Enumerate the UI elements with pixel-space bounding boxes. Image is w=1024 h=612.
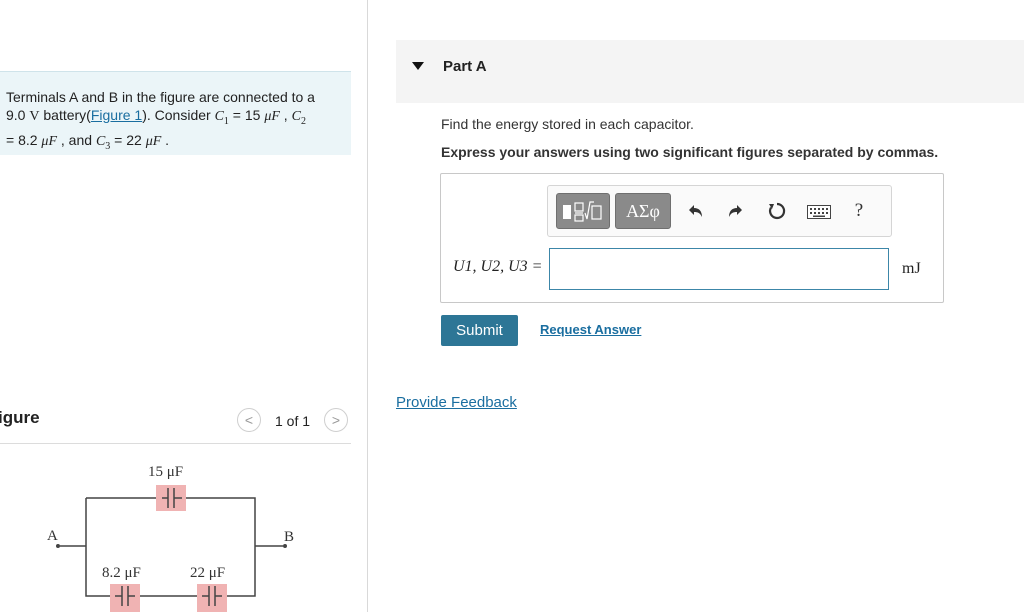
next-figure-button[interactable]: > bbox=[324, 408, 348, 432]
c2-symbol: C bbox=[291, 109, 301, 124]
reset-icon bbox=[768, 202, 786, 220]
answer-unit: mJ bbox=[902, 260, 921, 277]
circuit-wires bbox=[60, 497, 283, 597]
redo-icon bbox=[729, 205, 742, 217]
c2-subscript: 2 bbox=[300, 115, 306, 127]
problem-text-5: , and bbox=[57, 131, 96, 148]
c2-value: = 8.2 bbox=[6, 131, 42, 148]
provide-feedback-link[interactable]: Provide Feedback bbox=[396, 394, 517, 411]
problem-text-1: Terminals A and B in the figure are conn… bbox=[6, 89, 315, 105]
terminal-a-label: A bbox=[47, 528, 58, 544]
circuit-diagram: 15 μF 8.2 μF 22 μF A B bbox=[47, 464, 294, 612]
collapse-caret-icon[interactable] bbox=[412, 62, 424, 70]
figure-pager-text: 1 of 1 bbox=[275, 413, 311, 429]
problem-text-6: . bbox=[161, 131, 170, 148]
voltage-value: 9.0 bbox=[6, 107, 26, 123]
c1-symbol: C bbox=[214, 109, 224, 124]
problem-text-3: ). Consider bbox=[142, 107, 215, 123]
c3-symbol: C bbox=[95, 133, 106, 149]
figure-link[interactable]: Figure 1 bbox=[91, 107, 142, 123]
help-button[interactable]: ? bbox=[848, 199, 870, 223]
answer-format-instruction: Express your answers using two significa… bbox=[441, 144, 939, 160]
c3-value: = 22 bbox=[110, 131, 146, 148]
problem-text-4: , bbox=[279, 107, 292, 123]
templates-icon bbox=[563, 201, 602, 222]
part-header[interactable] bbox=[396, 40, 1024, 103]
c1-label: 15 μF bbox=[148, 464, 183, 480]
question-instruction: Find the energy stored in each capacitor… bbox=[441, 116, 694, 132]
redo-button[interactable] bbox=[725, 200, 747, 222]
c3-unit: μF bbox=[145, 133, 162, 149]
keyboard-button[interactable] bbox=[806, 202, 832, 222]
reset-button[interactable] bbox=[766, 200, 788, 222]
capacitor-c2 bbox=[110, 584, 140, 612]
templates-button[interactable] bbox=[556, 193, 610, 229]
capacitor-c3 bbox=[197, 584, 227, 612]
undo-icon bbox=[689, 205, 702, 217]
c2-label: 8.2 μF bbox=[102, 565, 141, 581]
c1-unit: μF bbox=[264, 109, 280, 124]
chevron-left-icon: < bbox=[244, 412, 254, 428]
terminal-b-label: B bbox=[284, 529, 294, 545]
problem-statement: Terminals A and B in the figure are conn… bbox=[0, 71, 351, 155]
answer-label: U1, U2, U3 = bbox=[453, 258, 543, 275]
problem-text-2: battery( bbox=[39, 107, 91, 123]
submit-button[interactable]: Submit bbox=[441, 315, 518, 346]
terminal-a-dot bbox=[56, 544, 60, 548]
c3-label: 22 μF bbox=[190, 565, 225, 581]
part-title: Part A bbox=[443, 58, 487, 75]
greek-symbols-button[interactable]: ΑΣφ bbox=[615, 193, 671, 229]
c1-value: = 15 bbox=[228, 107, 265, 123]
c2-unit: μF bbox=[41, 133, 58, 149]
capacitor-c1 bbox=[156, 485, 186, 511]
undo-button[interactable] bbox=[684, 200, 706, 222]
answer-input[interactable] bbox=[549, 248, 889, 290]
figure-divider bbox=[0, 443, 351, 444]
keyboard-icon bbox=[807, 205, 831, 219]
chevron-right-icon: > bbox=[331, 412, 341, 428]
prev-figure-button[interactable]: < bbox=[237, 408, 261, 432]
request-answer-link[interactable]: Request Answer bbox=[540, 322, 641, 337]
figure-title: igure bbox=[0, 408, 40, 427]
voltage-unit: V bbox=[29, 109, 40, 124]
